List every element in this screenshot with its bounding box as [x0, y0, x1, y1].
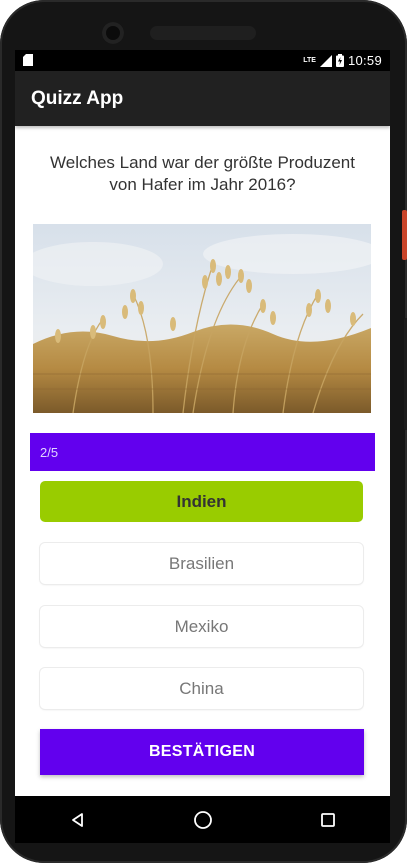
system-nav-bar: [15, 796, 390, 843]
phone-frame: LTE 10:59 Quizz App Welches Land war der…: [0, 0, 407, 863]
recents-button[interactable]: [308, 800, 348, 840]
earpiece-speaker: [150, 26, 256, 40]
option-china[interactable]: China: [40, 668, 363, 709]
option-label: Mexiko: [174, 616, 229, 636]
home-button[interactable]: [183, 800, 223, 840]
option-indien[interactable]: Indien: [40, 481, 363, 522]
status-bar: LTE 10:59: [15, 50, 390, 71]
progress-bar: 2/5: [30, 433, 375, 471]
volume-button: [402, 210, 407, 260]
option-mexiko[interactable]: Mexiko: [40, 606, 363, 647]
screen: LTE 10:59 Quizz App Welches Land war der…: [15, 50, 390, 796]
network-type-label: LTE: [303, 57, 316, 64]
confirm-label: BESTÄTIGEN: [148, 743, 256, 760]
app-title: Quizz App: [31, 87, 124, 109]
confirm-button[interactable]: BESTÄTIGEN: [40, 729, 364, 775]
battery-charging-icon: [335, 54, 344, 67]
option-label: China: [179, 678, 224, 698]
back-button[interactable]: [58, 800, 98, 840]
progress-label: 2/5: [40, 445, 59, 460]
front-camera: [102, 22, 124, 44]
oat-field-image: [33, 224, 371, 413]
option-label: Brasilien: [168, 553, 235, 573]
question-text: Welches Land war der größte Produzent vo…: [50, 153, 355, 194]
sd-card-icon: [23, 54, 33, 66]
signal-icon: [319, 54, 332, 67]
recents-square-icon: [320, 812, 335, 827]
option-label: Indien: [176, 491, 227, 511]
app-bar: Quizz App: [15, 71, 390, 126]
home-circle-icon: [193, 810, 212, 829]
clock: 10:59: [347, 53, 382, 68]
back-triangle-icon: [71, 812, 83, 827]
option-brasilien[interactable]: Brasilien: [40, 543, 363, 584]
